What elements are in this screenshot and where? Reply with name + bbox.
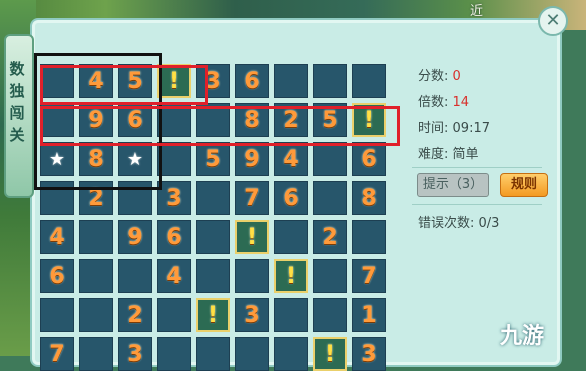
sudoku-cell[interactable] [274, 64, 308, 98]
multiplier-row: 倍数: 14 [418, 90, 490, 116]
sudoku-cell[interactable] [274, 337, 308, 371]
sudoku-cell[interactable]: 7 [40, 337, 74, 371]
errors-label: 错误次数: [418, 216, 475, 231]
sudoku-cell[interactable] [196, 259, 230, 293]
sudoku-cell[interactable] [313, 64, 347, 98]
sudoku-cell[interactable] [196, 220, 230, 254]
sudoku-cell[interactable]: 6 [352, 142, 386, 176]
info-panel: 分数: 0 倍数: 14 时间: 09:17 难度: 简单 [418, 64, 490, 168]
sudoku-cell[interactable]: 6 [235, 64, 269, 98]
sudoku-cell[interactable] [313, 181, 347, 215]
sudoku-cell[interactable]: 2 [313, 220, 347, 254]
sudoku-cell[interactable]: 4 [157, 259, 191, 293]
sudoku-cell[interactable]: 6 [157, 220, 191, 254]
time-value: 09:17 [452, 121, 490, 136]
info-divider-2 [412, 204, 542, 205]
sudoku-cell[interactable] [79, 259, 113, 293]
difficulty-label: 难度: [418, 147, 449, 162]
sudoku-cell[interactable] [196, 181, 230, 215]
sudoku-cell[interactable]: 9 [235, 142, 269, 176]
sudoku-cell[interactable] [235, 259, 269, 293]
sudoku-cell[interactable]: 3 [352, 337, 386, 371]
multiplier-label: 倍数: [418, 95, 449, 110]
errors-row: 错误次数: 0/3 [418, 212, 499, 231]
sudoku-cell[interactable] [274, 298, 308, 332]
sudoku-cell[interactable]: 9 [118, 220, 152, 254]
sudoku-cell[interactable] [157, 337, 191, 371]
sudoku-cell[interactable] [235, 337, 269, 371]
sudoku-cell[interactable] [79, 220, 113, 254]
difficulty-row: 难度: 简单 [418, 142, 490, 168]
sudoku-cell[interactable]: 3 [157, 181, 191, 215]
hint-cell[interactable]: ! [313, 337, 347, 371]
hint-cell[interactable]: ! [196, 298, 230, 332]
rules-button[interactable]: 规则 [500, 173, 548, 197]
sudoku-cell[interactable] [352, 220, 386, 254]
sudoku-cell[interactable] [118, 259, 152, 293]
highlight-box-red-row [40, 106, 400, 146]
hint-cell[interactable]: ! [274, 259, 308, 293]
sudoku-cell[interactable]: 7 [352, 259, 386, 293]
score-label: 分数: [418, 69, 449, 84]
sudoku-cell[interactable]: 5 [196, 142, 230, 176]
sudoku-cell[interactable]: 8 [352, 181, 386, 215]
hint-cell[interactable]: ! [235, 220, 269, 254]
sudoku-cell[interactable] [157, 298, 191, 332]
sudoku-cell[interactable] [157, 142, 191, 176]
sudoku-cell[interactable] [352, 64, 386, 98]
sudoku-cell[interactable] [196, 337, 230, 371]
sudoku-cell[interactable]: 2 [118, 298, 152, 332]
multiplier-value: 14 [452, 95, 470, 110]
sudoku-cell[interactable] [40, 298, 74, 332]
sudoku-cell[interactable]: 6 [274, 181, 308, 215]
hint-button[interactable]: 提示（3） [417, 173, 489, 197]
sudoku-cell[interactable] [79, 337, 113, 371]
sudoku-cell[interactable] [274, 220, 308, 254]
time-row: 时间: 09:17 [418, 116, 490, 142]
sudoku-cell[interactable]: 3 [118, 337, 152, 371]
sudoku-cell[interactable]: 3 [235, 298, 269, 332]
sudoku-cell[interactable]: 6 [40, 259, 74, 293]
score-value: 0 [452, 69, 461, 84]
score-row: 分数: 0 [418, 64, 490, 90]
sudoku-cell[interactable]: 7 [235, 181, 269, 215]
close-button[interactable]: ✕ [538, 6, 568, 36]
errors-value: 0/3 [478, 216, 500, 231]
watermark-logo: 九游 [500, 324, 545, 349]
sudoku-cell[interactable]: 4 [40, 220, 74, 254]
difficulty-value: 简单 [452, 147, 479, 162]
sudoku-cell[interactable] [313, 142, 347, 176]
time-label: 时间: [418, 121, 449, 136]
info-divider [412, 167, 542, 168]
sudoku-cell[interactable]: 4 [274, 142, 308, 176]
top-scene-text: 近 [470, 4, 484, 19]
highlight-box-red-top [40, 65, 208, 105]
side-tab-title: 数独闯关 [9, 60, 25, 144]
sudoku-cell[interactable]: 1 [352, 298, 386, 332]
sudoku-cell[interactable] [313, 298, 347, 332]
sudoku-cell[interactable] [313, 259, 347, 293]
sudoku-cell[interactable] [79, 298, 113, 332]
